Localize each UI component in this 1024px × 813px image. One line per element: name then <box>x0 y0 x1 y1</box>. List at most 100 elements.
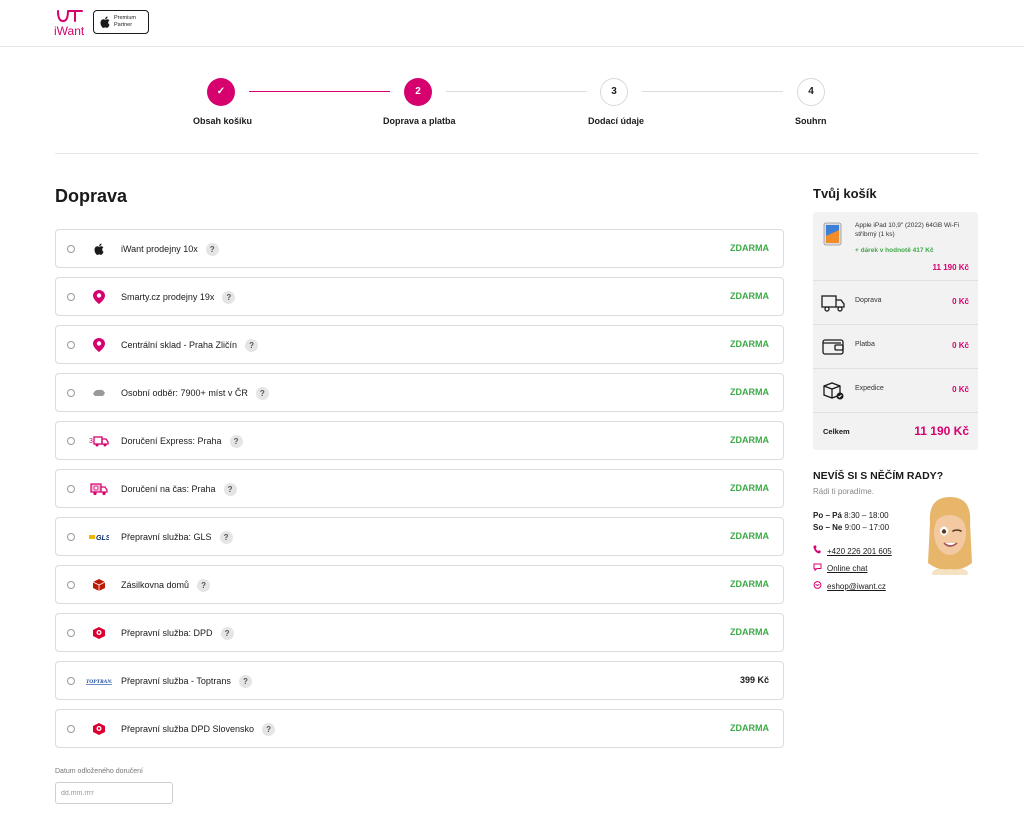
map-pin-icon <box>89 336 109 354</box>
cart-product[interactable]: Apple iPad 10,9" (2022) 64GB Wi-Fi stříb… <box>813 212 978 281</box>
iwant-logo[interactable]: iWant <box>54 9 88 38</box>
help-icon[interactable]: ? <box>222 291 236 304</box>
dispatch-value: 0 Kč <box>952 385 969 394</box>
help-icon[interactable]: ? <box>223 483 237 496</box>
radio-button[interactable] <box>67 629 75 637</box>
step-3-label: Dodací údaje <box>588 116 645 126</box>
radio-button[interactable] <box>67 677 75 685</box>
help-icon[interactable]: ? <box>220 627 234 640</box>
shipping-options-list: iWant prodejny 10x? ZDARMA Smarty.cz pro… <box>55 229 784 757</box>
shipping-option[interactable]: TOPTRANS Přepravní služba - Toptrans? 39… <box>55 661 784 700</box>
help-subtitle: Rádi ti poradíme. <box>813 487 874 496</box>
email-link[interactable]: eshop@iwant.cz <box>813 581 886 591</box>
svg-text:GLS: GLS <box>96 535 109 541</box>
shipping-option[interactable]: Přepravní služba: DPD? ZDARMA <box>55 613 784 652</box>
step-1-check-icon[interactable]: ✓ <box>207 78 235 106</box>
option-label: Zásilkovna domů <box>121 579 190 590</box>
email-address: eshop@iwant.cz <box>827 582 886 591</box>
radio-button[interactable] <box>67 437 75 445</box>
radio-button[interactable] <box>67 725 75 733</box>
help-icon[interactable]: ? <box>205 243 219 256</box>
option-price: ZDARMA <box>730 387 769 397</box>
option-price: ZDARMA <box>730 579 769 589</box>
shipping-option[interactable]: iWant prodejny 10x? ZDARMA <box>55 229 784 268</box>
step-4-number: 4 <box>797 78 825 106</box>
radio-button[interactable] <box>67 341 75 349</box>
option-label: iWant prodejny 10x <box>121 243 198 254</box>
shipping-option[interactable]: GLS Přepravní služba: GLS? ZDARMA <box>55 517 784 556</box>
shipping-option[interactable]: Přepravní služba DPD Slovensko? ZDARMA <box>55 709 784 748</box>
option-label: Přepravní služba: DPD <box>121 627 213 638</box>
apple-icon <box>89 240 109 258</box>
product-name: Apple iPad 10,9" (2022) 64GB Wi-Fi stříb… <box>855 222 960 238</box>
help-icon[interactable]: ? <box>229 435 243 448</box>
radio-button[interactable] <box>67 293 75 301</box>
help-icon[interactable]: ? <box>197 579 211 592</box>
shipping-option[interactable]: Zásilkovna domů? ZDARMA <box>55 565 784 604</box>
option-label: Smarty.cz prodejny 19x <box>121 291 215 302</box>
hours-weekdays-time: 8:30 – 18:00 <box>844 511 889 520</box>
hours-weekdays-days: Po – Pá <box>813 511 842 520</box>
option-name: Osobní odběr: 7900+ míst v ČR? <box>121 387 269 400</box>
option-name: Přepravní služba DPD Slovensko? <box>121 723 276 736</box>
help-icon[interactable]: ? <box>262 723 276 736</box>
option-name: Doručení Express: Praha? <box>121 435 243 448</box>
option-price: ZDARMA <box>730 531 769 541</box>
radio-button[interactable] <box>67 389 75 397</box>
cart-title: Tvůj košík <box>813 186 877 201</box>
gls-logo-icon: GLS <box>89 528 111 546</box>
help-icon[interactable]: ? <box>238 675 252 688</box>
pickup-icon <box>89 384 109 402</box>
opening-hours: Po – Pá 8:30 – 18:00 So – Ne 9:00 – 17:0… <box>813 510 889 534</box>
radio-button[interactable] <box>67 581 75 589</box>
shipping-value: 0 Kč <box>952 297 969 306</box>
step-connector-done <box>249 91 390 92</box>
partner-line1: Premium <box>114 15 137 21</box>
shipping-option[interactable]: Doručení na čas: Praha? ZDARMA <box>55 469 784 508</box>
radio-button[interactable] <box>67 533 75 541</box>
timed-truck-icon <box>89 480 109 498</box>
phone-link[interactable]: +420 226 201 605 <box>813 545 892 556</box>
option-name: Přepravní služba: GLS? <box>121 531 233 544</box>
help-icon[interactable]: ? <box>255 387 269 400</box>
radio-button[interactable] <box>67 245 75 253</box>
shipping-option[interactable]: Osobní odběr: 7900+ míst v ČR? ZDARMA <box>55 373 784 412</box>
payment-label: Platba <box>855 341 875 348</box>
product-gift: + dárek v hodnotě 417 Kč <box>855 247 934 254</box>
shipping-option[interactable]: Centrální sklad - Praha Zličín? ZDARMA <box>55 325 784 364</box>
cart-row-dispatch: Expedice 0 Kč <box>813 369 978 413</box>
step-2-number: 2 <box>404 78 432 106</box>
payment-value: 0 Kč <box>952 341 969 350</box>
shipping-option[interactable]: 3 Doručení Express: Praha? ZDARMA <box>55 421 784 460</box>
logo-text: iWant <box>54 24 85 38</box>
radio-button[interactable] <box>67 485 75 493</box>
cart-row-payment: Platba 0 Kč <box>813 325 978 369</box>
product-price: 11 190 Kč <box>932 263 969 272</box>
help-icon[interactable]: ? <box>219 531 233 544</box>
shipping-label: Doprava <box>855 297 882 304</box>
chat-link[interactable]: Online chat <box>813 563 867 573</box>
chat-label: Online chat <box>827 564 868 573</box>
help-title: NEVÍŠ SI S NĚČÍM RADY? <box>813 470 944 482</box>
option-name: Centrální sklad - Praha Zličín? <box>121 339 259 352</box>
phone-number: +420 226 201 605 <box>827 547 892 556</box>
partner-text: Premium Partner <box>114 15 136 29</box>
logo-mark-icon <box>57 10 83 23</box>
wallet-icon <box>821 337 847 357</box>
option-price: ZDARMA <box>730 627 769 637</box>
help-icon[interactable]: ? <box>245 339 259 352</box>
step-1-label[interactable]: Obsah košíku <box>193 116 252 126</box>
shipping-option[interactable]: Smarty.cz prodejny 19x? ZDARMA <box>55 277 784 316</box>
delivery-date-input[interactable] <box>55 782 173 804</box>
total-value: 11 190 Kč <box>914 424 969 438</box>
option-label: Doručení na čas: Praha <box>121 483 216 494</box>
cart-summary: Apple iPad 10,9" (2022) 64GB Wi-Fi stříb… <box>813 212 978 450</box>
toptrans-logo-icon: TOPTRANS <box>86 672 114 690</box>
svg-text:3: 3 <box>89 438 93 445</box>
option-price: ZDARMA <box>730 339 769 349</box>
phone-icon <box>813 545 823 556</box>
page-title: Doprava <box>55 186 128 206</box>
map-pin-icon <box>89 288 109 306</box>
support-avatar <box>920 493 980 579</box>
step-connector <box>446 91 587 92</box>
